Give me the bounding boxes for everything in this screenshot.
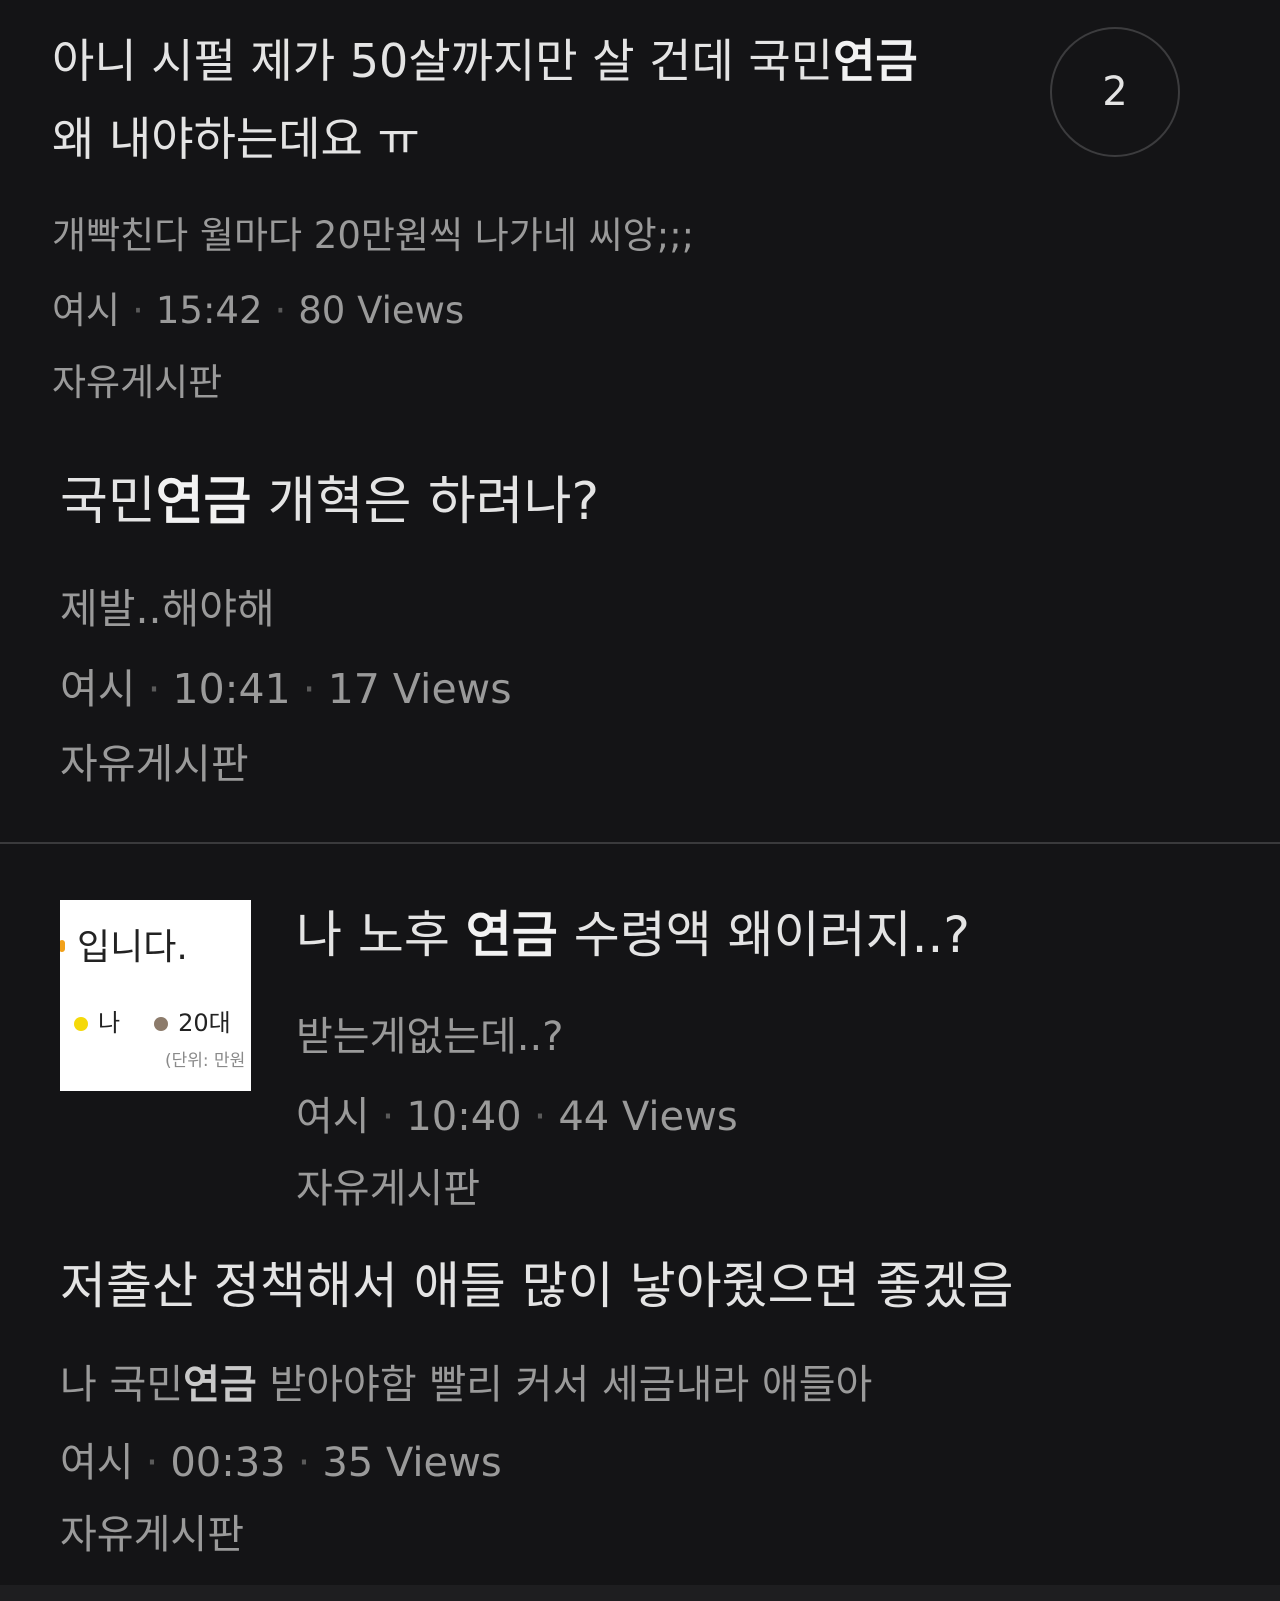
post-author: 여시 <box>60 1440 134 1486</box>
post-excerpt: 제발..해야해 <box>60 585 275 633</box>
post-views: 80 Views <box>298 289 465 332</box>
post-title[interactable]: 저출산 정책해서 애들 많이 낳아줬으면 좋겠음 <box>60 1255 1013 1317</box>
post-time: 15:42 <box>155 289 263 332</box>
post-meta: 여시 · 15:42 · 80 Views <box>52 289 465 332</box>
post-author: 여시 <box>296 1094 370 1140</box>
search-highlight: 연금 <box>833 34 918 88</box>
post-views: 35 Views <box>322 1440 502 1486</box>
post-board[interactable]: 자유게시판 <box>60 730 249 790</box>
post-author: 여시 <box>52 289 121 332</box>
search-highlight: 연금 <box>183 1362 257 1408</box>
post-title-text: 아니 시펄 제가 50살까지만 살 건데 국민 <box>52 34 834 88</box>
post-author: 여시 <box>60 665 136 713</box>
post-views: 44 Views <box>558 1094 738 1140</box>
post-excerpt: 받는게없는데..? <box>296 1014 564 1060</box>
comment-count-badge[interactable]: 2 <box>1050 27 1180 157</box>
post-board[interactable]: 자유게시판 <box>52 352 222 406</box>
post-board[interactable]: 자유게시판 <box>60 1502 244 1560</box>
search-highlight: 연금 <box>155 472 252 532</box>
post-title-line2[interactable]: 왜 내야하는데요 ㅠ <box>52 110 420 168</box>
post-excerpt: 개빡친다 월마다 20만원씩 나가네 씨앙;;; <box>52 214 695 257</box>
post-time: 00:33 <box>170 1440 286 1486</box>
post-meta: 여시 · 10:41 · 17 Views <box>60 665 512 713</box>
thumbnail-heading: 입니다. <box>60 918 188 970</box>
post-thumbnail[interactable]: 입니다. 나 20대 (단위: 만원 <box>60 900 251 1091</box>
post-board[interactable]: 자유게시판 <box>296 1156 480 1214</box>
post-meta: 여시 · 00:33 · 35 Views <box>60 1440 502 1486</box>
post-item[interactable]: 저출산 정책해서 애들 많이 낳아줬으면 좋겠음 나 국민연금 받아야함 빨리 … <box>0 1240 1280 1580</box>
post-item[interactable]: 국민연금 개혁은 하려나? 제발..해야해 여시 · 10:41 · 17 Views … <box>0 430 1280 830</box>
post-title[interactable]: 아니 시펄 제가 50살까지만 살 건데 국민연금 <box>52 32 918 90</box>
post-title[interactable]: 국민연금 개혁은 하려나? <box>60 470 599 534</box>
post-title-text: 왜 내야하는데요 ㅠ <box>52 112 420 166</box>
post-excerpt: 나 국민연금 받아야함 빨리 커서 세금내라 애들아 <box>60 1362 873 1408</box>
post-views: 17 Views <box>327 665 512 713</box>
legend-dot-me <box>74 1017 88 1031</box>
comment-count: 2 <box>1102 69 1128 115</box>
thumbnail-legend: 나 20대 <box>74 1003 231 1038</box>
post-meta: 여시 · 10:40 · 44 Views <box>296 1094 738 1140</box>
thumbnail-unit: (단위: 만원 <box>165 1051 246 1071</box>
post-item[interactable]: 아니 시펄 제가 50살까지만 살 건데 국민연금 왜 내야하는데요 ㅠ 2 개… <box>0 0 1280 420</box>
post-time: 10:40 <box>406 1094 522 1140</box>
search-highlight: 연금 <box>465 906 558 964</box>
legend-dot-20s <box>154 1017 169 1031</box>
bottom-bar <box>0 1585 1280 1601</box>
post-time: 10:41 <box>172 665 291 713</box>
post-title[interactable]: 나 노후 연금 수령액 왜이러지..? <box>296 904 970 966</box>
